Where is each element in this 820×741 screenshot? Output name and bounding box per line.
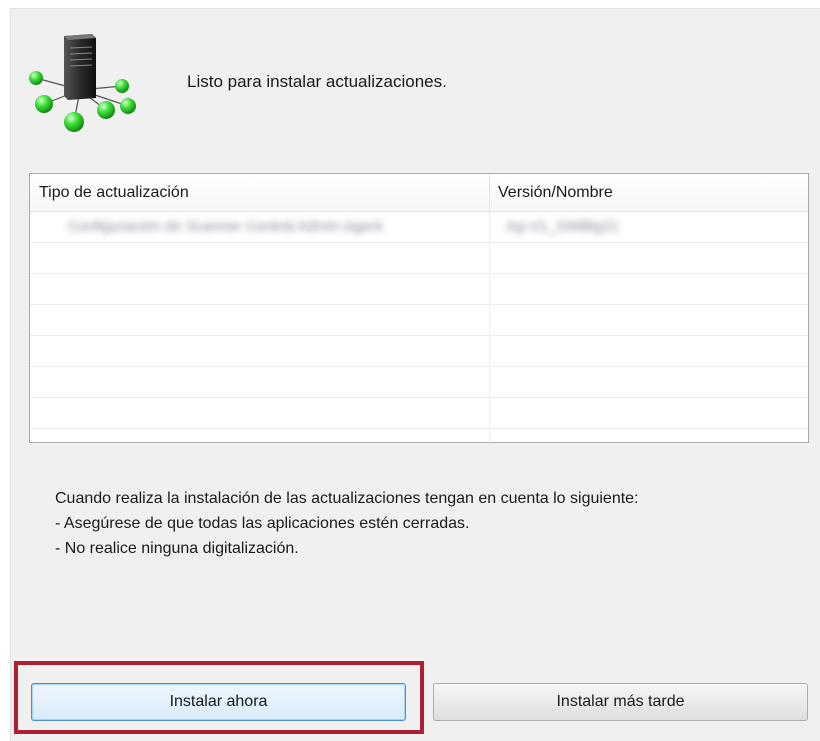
table-row-empty (30, 336, 808, 367)
column-header-version[interactable]: Versión/Nombre (490, 174, 808, 211)
server-network-icon (22, 30, 142, 140)
column-header-type[interactable]: Tipo de actualización (30, 174, 490, 211)
table-row-empty (30, 367, 808, 398)
note-close-apps: - Asegúrese de que todas las aplicacione… (55, 515, 470, 532)
table-row-empty (30, 429, 808, 447)
cell-version: Ag-V1_SWBlg21 (506, 218, 619, 235)
note-no-scanning: - No realice ninguna digitalización. (55, 540, 299, 557)
table-header: Tipo de actualización Versión/Nombre (30, 174, 808, 212)
updates-table[interactable]: Tipo de actualización Versión/Nombre Con… (29, 173, 809, 447)
install-notes: Cuando realiza la instalación de las act… (55, 486, 639, 561)
install-later-button[interactable]: Instalar más tarde (433, 683, 808, 721)
table-row[interactable]: Configuración de Scanner Central Admin A… (30, 212, 808, 243)
table-row-empty (30, 398, 808, 429)
install-now-button[interactable]: Instalar ahora (31, 683, 406, 721)
status-message: Listo para instalar actualizaciones. (187, 72, 447, 91)
table-row-empty (30, 243, 808, 274)
table-row-empty (30, 274, 808, 305)
note-intro: Cuando realiza la instalación de las act… (55, 490, 639, 507)
table-row-empty (30, 305, 808, 336)
cell-update-type: Configuración de Scanner Central Admin A… (30, 212, 490, 242)
